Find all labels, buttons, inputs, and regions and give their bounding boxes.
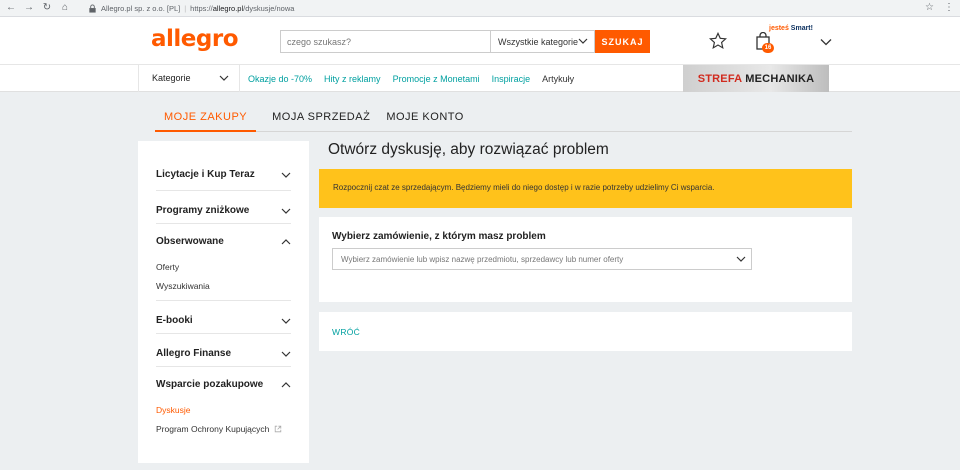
categories-label: Kategorie (152, 73, 191, 83)
tab-moje-zakupy[interactable]: MOJE ZAKUPY (155, 102, 257, 132)
chevron-down-icon (578, 38, 588, 44)
categories-dropdown[interactable]: Kategorie (138, 65, 240, 92)
order-select-placeholder: Wybierz zamówienie lub wpisz nazwę przed… (341, 255, 624, 264)
favorites-star-icon[interactable] (709, 32, 727, 50)
tab-moje-konto[interactable]: MOJE KONTO (386, 102, 464, 132)
back-link[interactable]: WRÓĆ (332, 327, 360, 337)
back-arrow-icon[interactable]: ← (4, 1, 18, 15)
url-prefix: https:// (190, 3, 213, 13)
menu-dots-icon[interactable]: ⋮ (944, 2, 954, 13)
chevron-down-icon (281, 351, 291, 357)
tab-moja-sprzedaz[interactable]: MOJA SPRZEDAŻ (272, 102, 370, 132)
order-select-label: Wybierz zamówienie, z którym masz proble… (332, 231, 546, 242)
nav-link-inspiracje[interactable]: Inspiracje (492, 74, 531, 84)
chevron-down-icon (219, 75, 229, 81)
account-tabs: MOJE ZAKUPY MOJA SPRZEDAŻ MOJE KONTO (155, 102, 852, 132)
sidebar-item-label: E-booki (156, 315, 193, 326)
lock-icon (89, 3, 96, 13)
chevron-down-icon (281, 208, 291, 214)
sidebar-item-label: Licytacje i Kup Teraz (156, 169, 255, 180)
sidebar-group-wsparcie: Wsparcie pozakupowe Dyskusje Program Och… (156, 367, 291, 438)
address-separator: | (184, 3, 187, 13)
sidebar-item-programy[interactable]: Programy zniżkowe (156, 191, 291, 224)
promo-banner-black: MECHANIKA (745, 72, 815, 85)
sidebar-item-wsparcie[interactable]: Wsparcie pozakupowe (156, 367, 291, 400)
smart-brand: Smart! (790, 25, 813, 32)
smart-prefix: jesteś (769, 25, 791, 32)
chevron-up-icon (281, 239, 291, 245)
sidebar-item-label: Allegro Finanse (156, 348, 232, 359)
info-banner: Rozpocznij czat ze sprzedającym. Będziem… (319, 169, 852, 208)
allegro-logo[interactable]: allegro (151, 26, 239, 52)
sidebar: Licytacje i Kup Teraz Programy zniżkowe … (138, 141, 309, 463)
sidebar-item-ebooki[interactable]: E-booki (156, 301, 291, 334)
chevron-down-icon (736, 256, 746, 262)
nav-links: Okazje do -70% Hity z reklamy Promocje z… (248, 65, 574, 92)
strefa-mechanika-banner[interactable]: STREFA MECHANIKA (683, 65, 829, 92)
chevron-up-icon (281, 382, 291, 388)
sidebar-sub-label: Program Ochrony Kupujących (156, 423, 270, 434)
sidebar-item-obserwowane[interactable]: Obserwowane (156, 224, 291, 257)
category-navbar: Kategorie Okazje do -70% Hity z reklamy … (0, 65, 960, 92)
nav-link-artykuly[interactable]: Artykuły (542, 74, 574, 84)
search-button[interactable]: SZUKAJ (595, 30, 650, 53)
sidebar-item-label: Obserwowane (156, 236, 224, 247)
reload-icon[interactable]: ↻ (40, 1, 54, 15)
sidebar-sub-program-ochrony[interactable]: Program Ochrony Kupujących (156, 419, 291, 438)
smart-status[interactable]: jesteś Smart! (769, 25, 813, 32)
chevron-down-icon (281, 318, 291, 324)
url-host: allegro.pl (212, 3, 244, 13)
external-link-icon (275, 425, 282, 432)
browser-toolbar: ← → ↻ ⌂ Allegro.pl sp. z o.o. [PL] | htt… (0, 0, 960, 17)
sidebar-item-finanse[interactable]: Allegro Finanse (156, 334, 291, 367)
site-header: allegro czego szukasz? Wszystkie kategor… (0, 17, 960, 65)
sidebar-group-obserwowane: Obserwowane Oferty Wyszukiwania (156, 224, 291, 301)
back-card: WRÓĆ (319, 312, 852, 351)
category-select-label: Wszystkie kategorie (498, 37, 579, 47)
sidebar-sub-oferty[interactable]: Oferty (156, 257, 291, 276)
sidebar-item-label: Programy zniżkowe (156, 205, 250, 216)
cart-count-badge: 16 (762, 43, 774, 53)
category-select[interactable]: Wszystkie kategorie (490, 30, 595, 53)
nav-link-promocje[interactable]: Promocje z Monetami (393, 74, 480, 84)
bookmark-star-icon[interactable]: ☆ (925, 2, 934, 13)
forward-arrow-icon[interactable]: → (22, 1, 36, 15)
chevron-down-icon (281, 172, 291, 178)
promo-banner-red: STREFA (697, 72, 743, 85)
nav-link-hity[interactable]: Hity z reklamy (324, 74, 381, 84)
sidebar-item-label: Wsparcie pozakupowe (156, 379, 264, 390)
account-chevron-down-icon[interactable] (820, 37, 832, 47)
order-card: Wybierz zamówienie, z którym masz proble… (319, 217, 852, 302)
address-bar[interactable]: Allegro.pl sp. z o.o. [PL] | https://all… (88, 1, 294, 15)
search-input[interactable]: czego szukasz? (280, 30, 490, 53)
sidebar-sub-dyskusje[interactable]: Dyskusje (156, 400, 291, 419)
sidebar-sub-wyszukiwania[interactable]: Wyszukiwania (156, 276, 291, 295)
nav-link-okazje[interactable]: Okazje do -70% (248, 74, 312, 84)
home-icon[interactable]: ⌂ (58, 1, 72, 15)
order-select-input[interactable]: Wybierz zamówienie lub wpisz nazwę przed… (332, 248, 752, 270)
page-title: Otwórz dyskusję, aby rozwiązać problem (328, 141, 609, 158)
url-path: /dyskusje/nowa (243, 3, 295, 13)
site-identity: Allegro.pl sp. z o.o. [PL] (101, 3, 181, 13)
sidebar-item-licytacje[interactable]: Licytacje i Kup Teraz (156, 141, 291, 191)
